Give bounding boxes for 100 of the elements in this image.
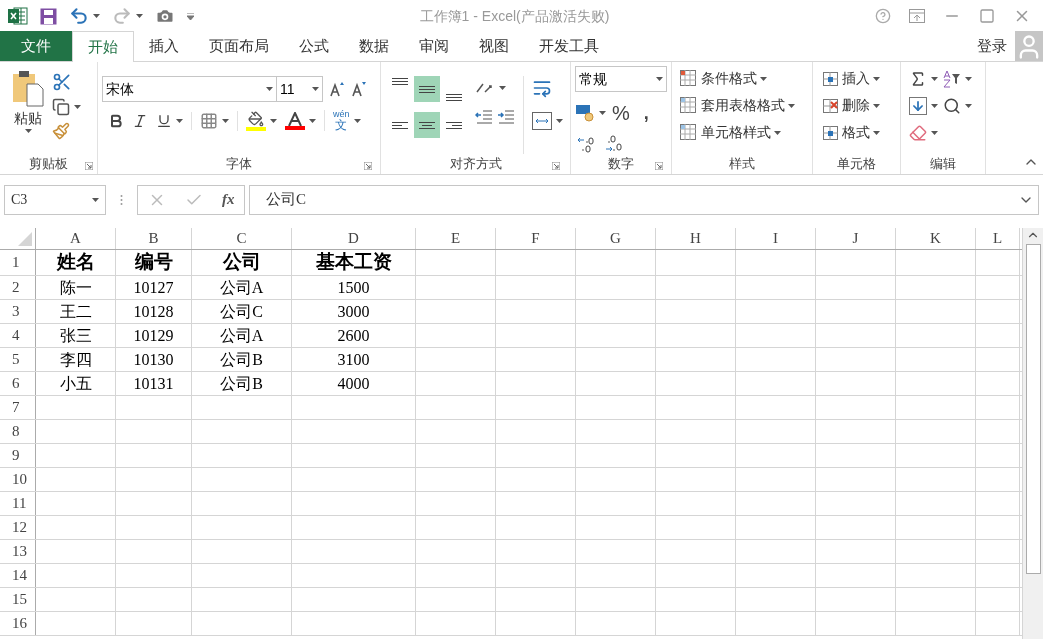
row-header[interactable]: 15 [0, 588, 36, 611]
sort-filter-icon[interactable] [943, 69, 961, 88]
caret-icon [556, 119, 563, 123]
ribbon-tab[interactable]: 视图 [464, 31, 524, 61]
increase-decimal-icon[interactable] [577, 134, 595, 154]
font-color-icon[interactable] [285, 111, 305, 130]
dialog-launcher-icon[interactable] [85, 162, 93, 170]
underline-icon[interactable] [156, 112, 172, 129]
align-button[interactable] [414, 76, 440, 102]
dialog-launcher-icon[interactable] [655, 162, 663, 170]
vertical-scrollbar[interactable] [1022, 228, 1043, 639]
caret-icon [931, 103, 938, 108]
column-header[interactable]: J [816, 228, 896, 249]
file-tab[interactable]: 文件 [0, 31, 72, 61]
row-header[interactable]: 5 [0, 348, 36, 371]
format-painter-icon[interactable] [52, 122, 70, 140]
column-header[interactable]: H [656, 228, 736, 249]
formula-input[interactable]: 公司C [249, 184, 1039, 215]
row-header[interactable]: 16 [0, 612, 36, 635]
table-cell-text: 基本工资 [315, 250, 392, 275]
decrease-decimal-icon[interactable] [605, 134, 623, 154]
fill-color-icon[interactable] [246, 110, 266, 131]
table-cell-text: 10127 [133, 277, 174, 298]
ribbon-tab[interactable]: 开始 [72, 31, 134, 62]
currency-icon[interactable] [575, 104, 595, 122]
group-label: 编辑 [930, 155, 956, 174]
row-header[interactable]: 1 [0, 250, 36, 275]
name-box[interactable]: C3 [4, 184, 106, 215]
dialog-launcher-icon[interactable] [364, 162, 372, 170]
column-header[interactable]: I [736, 228, 816, 249]
row-header[interactable]: 11 [0, 492, 36, 515]
ribbon-tab[interactable]: 公式 [284, 31, 344, 61]
column-header[interactable]: C [192, 228, 292, 249]
row-header[interactable]: 7 [0, 396, 36, 419]
column-header[interactable]: E [416, 228, 496, 249]
ribbon-tab[interactable]: 数据 [344, 31, 404, 61]
ribbon-tab[interactable]: 页面布局 [194, 31, 284, 61]
column-header[interactable]: G [576, 228, 656, 249]
cells-menu-button[interactable]: 格式 [821, 122, 892, 143]
row-header[interactable]: 2 [0, 276, 36, 299]
search-icon[interactable] [943, 96, 961, 115]
row-header[interactable]: 6 [0, 372, 36, 395]
row-header[interactable]: 8 [0, 420, 36, 443]
fill-down-icon[interactable] [909, 96, 927, 115]
copy-icon[interactable] [52, 98, 70, 116]
customize-toolbar-icon[interactable] [187, 12, 194, 20]
align-button[interactable] [414, 112, 440, 138]
row-header[interactable]: 9 [0, 444, 36, 467]
number-format-dropdown[interactable]: 常规 [575, 66, 667, 92]
percent-style-button[interactable]: % [612, 98, 630, 128]
align-lines-icon [392, 77, 408, 85]
styles-menu-button[interactable]: 套用表格格式 [680, 95, 804, 116]
caret-icon [873, 130, 880, 135]
column-header[interactable]: B [116, 228, 192, 249]
table-cell-text: 公司B [220, 349, 263, 370]
font-name-dropdown[interactable]: 宋体 [102, 76, 277, 102]
group-label: 样式 [729, 155, 755, 174]
borders-icon[interactable] [200, 111, 218, 130]
phonetic-guide-icon[interactable]: wén 文 [333, 110, 350, 131]
row-header[interactable]: 14 [0, 564, 36, 587]
caret-icon [965, 103, 972, 108]
row-header[interactable]: 13 [0, 540, 36, 563]
group-label: 单元格 [837, 155, 876, 174]
column-header[interactable]: L [976, 228, 1020, 249]
ribbon-tab[interactable]: 审阅 [404, 31, 464, 61]
cells-menu-button[interactable]: 插入 [821, 68, 892, 89]
ribbon-tab[interactable]: 插入 [134, 31, 194, 61]
table-cell-text: 1500 [337, 277, 370, 298]
row-header[interactable]: 12 [0, 516, 36, 539]
table-cell-text: 王二 [59, 301, 92, 322]
styles-menu-button[interactable]: 单元格样式 [680, 122, 804, 143]
cut-icon[interactable] [52, 72, 72, 92]
ribbon-tab[interactable]: 开发工具 [524, 31, 614, 61]
undo-icon[interactable] [69, 6, 89, 26]
save-icon[interactable] [40, 7, 57, 25]
cells-menu-button[interactable]: 删除 [821, 95, 892, 116]
grow-font-icon[interactable] [329, 81, 345, 97]
italic-icon[interactable] [132, 112, 148, 129]
dialog-launcher-icon[interactable] [552, 162, 560, 170]
row-header[interactable]: 4 [0, 324, 36, 347]
ribbon-display-icon[interactable] [909, 9, 925, 23]
sign-in-link[interactable]: 登录 [977, 35, 1007, 58]
insert-function-button[interactable]: fx [221, 188, 235, 211]
row-header[interactable]: 3 [0, 300, 36, 323]
eraser-icon[interactable] [909, 123, 927, 142]
paste-button[interactable]: 粘贴 [8, 70, 48, 154]
wrap-text-icon[interactable] [532, 78, 552, 98]
decrease-indent-icon[interactable] [475, 108, 493, 124]
column-header[interactable]: K [896, 228, 976, 249]
merge-center-icon[interactable] [532, 112, 552, 130]
column-header[interactable]: D [292, 228, 416, 249]
comma-style-button[interactable]: , [643, 99, 649, 127]
bold-icon[interactable] [108, 112, 124, 129]
font-size-dropdown[interactable]: 11 [277, 76, 323, 102]
column-header[interactable]: F [496, 228, 576, 249]
shrink-font-icon[interactable] [351, 81, 367, 97]
row-header[interactable]: 10 [0, 468, 36, 491]
column-header[interactable]: A [36, 228, 116, 249]
styles-menu-button[interactable]: 条件格式 [680, 68, 804, 89]
increase-indent-icon[interactable] [497, 108, 515, 124]
